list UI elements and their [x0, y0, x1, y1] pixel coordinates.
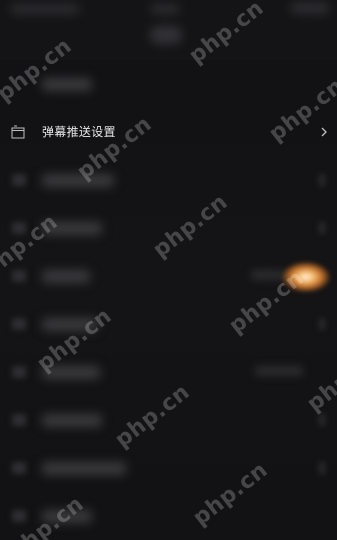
blurred-row-text [42, 270, 90, 283]
blurred-setting-row [0, 492, 337, 540]
blurred-row-icon [12, 318, 26, 330]
blurred-row-icon [12, 270, 26, 282]
blurred-row-text [42, 78, 92, 91]
danmaku-push-settings-row[interactable]: 弹幕推送设置 [0, 108, 337, 156]
blurred-row-chevron [319, 414, 325, 426]
blurred-row-text [42, 318, 98, 331]
blurred-setting-row [0, 396, 337, 444]
blurred-row-chevron [319, 222, 325, 234]
blurred-setting-row [0, 300, 337, 348]
glow-indicator [282, 262, 330, 292]
blurred-header [0, 0, 337, 60]
blurred-row-text [42, 510, 92, 523]
blurred-row-icon [12, 462, 26, 474]
blurred-row-icon [12, 174, 26, 186]
blurred-header-text [290, 2, 330, 14]
blurred-setting-row [0, 60, 337, 108]
blurred-setting-row [0, 156, 337, 204]
blurred-row-chevron [319, 318, 325, 330]
blurred-row-value [255, 366, 303, 376]
blurred-setting-row [0, 444, 337, 492]
settings-screen: 弹幕推送设置 php.cn php.cn php.cn php.cn php.c… [0, 0, 337, 540]
blurred-row-text [42, 414, 102, 427]
blurred-row-icon [12, 366, 26, 378]
blurred-row-icon [12, 510, 26, 522]
blurred-row-text [42, 366, 100, 379]
blurred-setting-row [0, 204, 337, 252]
danmaku-push-settings-label: 弹幕推送设置 [42, 125, 116, 139]
blurred-header-button [150, 26, 182, 44]
blurred-row-value [251, 270, 285, 280]
blurred-row-icon [12, 222, 26, 234]
blurred-row-chevron [319, 462, 325, 474]
blurred-header-text [150, 4, 180, 14]
blurred-row-chevron [319, 174, 325, 186]
blurred-header-text [10, 4, 80, 14]
blurred-row-icon [12, 414, 26, 426]
chevron-right-icon [321, 127, 327, 137]
screen-icon [11, 125, 25, 139]
blurred-setting-row [0, 348, 337, 396]
blurred-row-text [42, 174, 114, 187]
blurred-row-text [42, 462, 126, 475]
blurred-row-text [42, 222, 102, 235]
